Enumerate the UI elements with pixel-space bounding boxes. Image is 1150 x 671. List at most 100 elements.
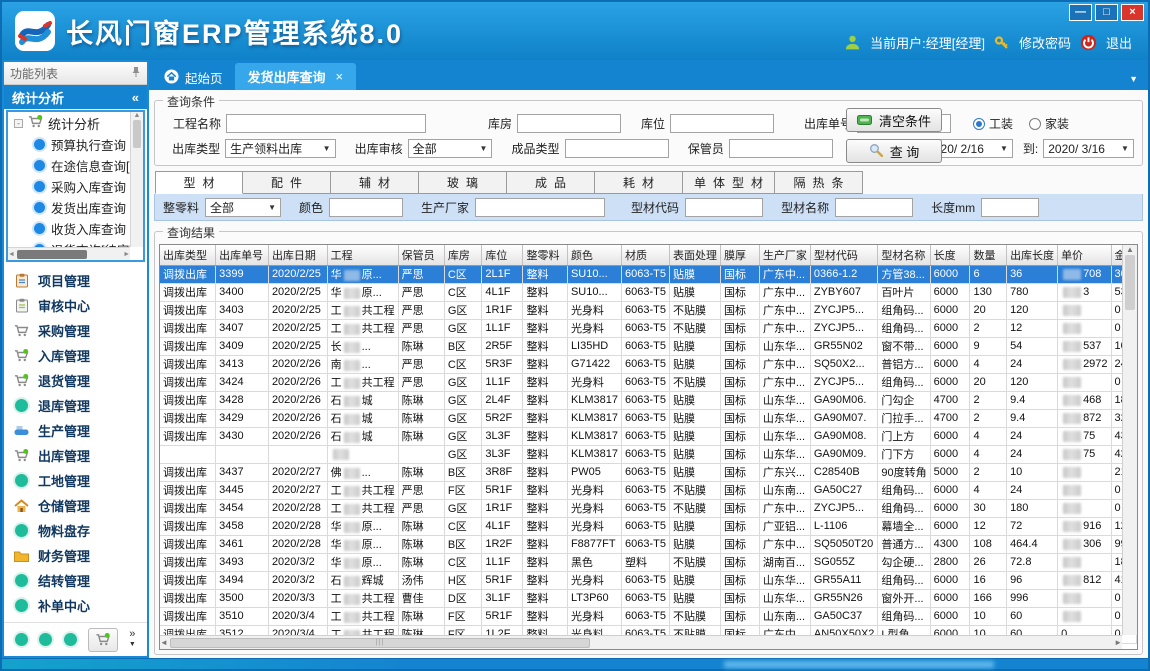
table-row[interactable]: 调拨出库34072020/2/25工共工程严思G区1L1F整料光身料6063-T… bbox=[160, 319, 1137, 337]
project-name-input[interactable] bbox=[226, 114, 426, 133]
tree-item[interactable]: 发货出库查询 bbox=[8, 197, 130, 218]
column-header-长度[interactable]: 长度 bbox=[930, 245, 970, 265]
tab-close-icon[interactable]: × bbox=[336, 69, 344, 84]
radio-gongzhuang[interactable]: 工装 bbox=[973, 115, 1013, 132]
audit-select[interactable]: 全部▼ bbox=[408, 139, 493, 158]
column-header-型材代码[interactable]: 型材代码 bbox=[810, 245, 878, 265]
column-header-出库类型[interactable]: 出库类型 bbox=[160, 245, 216, 265]
grid-horizontal-scrollbar[interactable]: ◄|||► bbox=[160, 635, 1122, 649]
outbound-type-select[interactable]: 生产领料出库▼ bbox=[225, 139, 335, 158]
table-row[interactable]: 调拨出库34002020/2/25华原...严思C区4L1F整料SU10...6… bbox=[160, 283, 1137, 301]
table-row[interactable]: 调拨出库35102020/3/4工共工程陈琳F区5R1F整料光身料6063-T5… bbox=[160, 607, 1137, 625]
tree-horizontal-scrollbar[interactable]: ◄► bbox=[8, 247, 130, 260]
date-to-picker[interactable]: 2020/ 3/16▼ bbox=[1043, 139, 1134, 158]
sidebar-item-物料盘存[interactable]: 物料盘存 bbox=[14, 518, 147, 543]
column-header-生产厂家[interactable]: 生产厂家 bbox=[759, 245, 810, 265]
tree-root[interactable]: - 统计分析 bbox=[8, 112, 130, 134]
tree-item[interactable]: 预算执行查询 bbox=[8, 134, 130, 155]
maximize-button[interactable]: □ bbox=[1095, 4, 1118, 21]
material-tab-辅材[interactable]: 辅材 bbox=[331, 171, 419, 194]
module-dot-button[interactable] bbox=[39, 633, 52, 646]
name-input[interactable] bbox=[835, 198, 913, 217]
minimize-button[interactable]: — bbox=[1069, 4, 1092, 21]
radio-jiazhuang[interactable]: 家装 bbox=[1029, 115, 1069, 132]
column-header-库房[interactable]: 库房 bbox=[444, 245, 482, 265]
column-header-材质[interactable]: 材质 bbox=[622, 245, 670, 265]
table-row[interactable]: 调拨出库34612020/2/28华原...陈琳B区1R2F整料F8877FT6… bbox=[160, 535, 1137, 553]
table-row[interactable]: 调拨出库34292020/2/26石城陈琳G区5R2F整料KLM38176063… bbox=[160, 409, 1137, 427]
module-dot-button[interactable] bbox=[64, 633, 77, 646]
table-row[interactable]: 调拨出库34282020/2/26石城陈琳G区2L4F整料KLM38176063… bbox=[160, 391, 1137, 409]
logout-button[interactable]: 退出 bbox=[1106, 33, 1132, 52]
tree-item[interactable]: 退货查询[待定] bbox=[8, 239, 130, 247]
material-tab-隔热条[interactable]: 隔热条 bbox=[775, 171, 863, 194]
sidebar-item-补单中心[interactable]: 补单中心 bbox=[14, 593, 147, 618]
whole-select[interactable]: 全部▼ bbox=[205, 198, 281, 217]
column-header-数量[interactable]: 数量 bbox=[970, 245, 1007, 265]
table-row[interactable]: 调拨出库33992020/2/25华原...严思C区2L1F整料SU10...6… bbox=[160, 265, 1137, 283]
table-row[interactable]: 调拨出库34452020/2/27工共工程严思F区5R1F整料光身料6063-T… bbox=[160, 481, 1137, 499]
close-button[interactable]: × bbox=[1121, 4, 1144, 21]
column-header-型材名称[interactable]: 型材名称 bbox=[878, 245, 930, 265]
tab-shipment-outbound-query[interactable]: 发货出库查询 × bbox=[235, 63, 357, 90]
sidebar-item-入库管理[interactable]: 入库管理 bbox=[14, 343, 147, 368]
table-row[interactable]: G区3L3F整料KLM38176063-T5贴膜国标山东华...GA90M09.… bbox=[160, 445, 1137, 463]
material-tab-成品[interactable]: 成品 bbox=[507, 171, 595, 194]
code-input[interactable] bbox=[685, 198, 763, 217]
table-row[interactable]: 调拨出库35002020/3/3工共工程曹佳D区3L1F整料LT3P606063… bbox=[160, 589, 1137, 607]
sidebar-item-工地管理[interactable]: 工地管理 bbox=[14, 468, 147, 493]
column-header-出库单号[interactable]: 出库单号 bbox=[216, 245, 269, 265]
sidebar-item-采购管理[interactable]: 采购管理 bbox=[14, 318, 147, 343]
table-row[interactable]: 调拨出库34942020/3/2石辉城汤伟H区5R1F整料光身料6063-T5贴… bbox=[160, 571, 1137, 589]
keeper-input[interactable] bbox=[729, 139, 833, 158]
column-header-整零料[interactable]: 整零料 bbox=[523, 245, 567, 265]
sidebar-item-出库管理[interactable]: 出库管理 bbox=[14, 443, 147, 468]
column-header-库位[interactable]: 库位 bbox=[482, 245, 523, 265]
sidebar-item-财务管理[interactable]: 财务管理 bbox=[14, 543, 147, 568]
sidebar-item-退库管理[interactable]: 退库管理 bbox=[14, 393, 147, 418]
clear-conditions-button[interactable]: 清空条件 bbox=[846, 108, 942, 132]
table-row[interactable]: 调拨出库34542020/2/28工共工程严思G区1R1F整料光身料6063-T… bbox=[160, 499, 1137, 517]
table-row[interactable]: 调拨出库34302020/2/26石城陈琳G区3L3F整料KLM38176063… bbox=[160, 427, 1137, 445]
maker-input[interactable] bbox=[475, 198, 605, 217]
sidebar-item-退货管理[interactable]: 退货管理 bbox=[14, 368, 147, 393]
tree-item[interactable]: 收货入库查询 bbox=[8, 218, 130, 239]
table-row[interactable]: 调拨出库34242020/2/26工共工程严思G区1L1F整料光身料6063-T… bbox=[160, 373, 1137, 391]
tree-item[interactable]: 采购入库查询 bbox=[8, 176, 130, 197]
material-tab-玻璃[interactable]: 玻璃 bbox=[419, 171, 507, 194]
sidebar-item-仓储管理[interactable]: 仓储管理 bbox=[14, 493, 147, 518]
column-header-表面处理[interactable]: 表面处理 bbox=[670, 245, 721, 265]
table-row[interactable]: 调拨出库34932020/3/2华原...陈琳C区1L1F整料黑色塑料不贴膜国标… bbox=[160, 553, 1137, 571]
column-header-工程[interactable]: 工程 bbox=[327, 245, 398, 265]
cart-module-button[interactable] bbox=[88, 628, 118, 652]
length-input[interactable] bbox=[981, 198, 1039, 217]
location-input[interactable] bbox=[670, 114, 774, 133]
material-tab-单体型材[interactable]: 单体型材 bbox=[683, 171, 775, 194]
sidebar-item-审核中心[interactable]: 审核中心 bbox=[14, 293, 147, 318]
grid-vertical-scrollbar[interactable]: ▲ bbox=[1122, 245, 1137, 635]
table-row[interactable]: 调拨出库34372020/2/27佛...陈琳B区3R8F整料PW056063-… bbox=[160, 463, 1137, 481]
column-header-膜厚[interactable]: 膜厚 bbox=[721, 245, 760, 265]
table-row[interactable]: 调拨出库34092020/2/25长...陈琳B区2R5F整料LI35HD606… bbox=[160, 337, 1137, 355]
table-row[interactable]: 调拨出库34582020/2/28华原...陈琳C区4L1F整料光身料6063-… bbox=[160, 517, 1137, 535]
pin-icon[interactable] bbox=[131, 66, 141, 81]
table-row[interactable]: 调拨出库34132020/2/26南...严思C区5R3F整料G71422606… bbox=[160, 355, 1137, 373]
search-button[interactable]: 查 询 bbox=[846, 139, 942, 163]
material-tab-配件[interactable]: 配件 bbox=[243, 171, 331, 194]
column-header-出库日期[interactable]: 出库日期 bbox=[268, 245, 327, 265]
change-password-link[interactable]: 修改密码 bbox=[1019, 33, 1071, 52]
warehouse-input[interactable] bbox=[517, 114, 621, 133]
module-dot-button[interactable] bbox=[15, 633, 28, 646]
more-modules-button[interactable]: »▼ bbox=[129, 630, 136, 649]
sidebar-item-项目管理[interactable]: 项目管理 bbox=[14, 268, 147, 293]
column-header-单价[interactable]: 单价 bbox=[1058, 245, 1111, 265]
color-input[interactable] bbox=[329, 198, 403, 217]
sidebar-item-生产管理[interactable]: 生产管理 bbox=[14, 418, 147, 443]
material-tab-型材[interactable]: 型材 bbox=[155, 171, 243, 194]
material-tab-耗材[interactable]: 耗材 bbox=[595, 171, 683, 194]
sidebar-item-结转管理[interactable]: 结转管理 bbox=[14, 568, 147, 593]
column-header-颜色[interactable]: 颜色 bbox=[567, 245, 621, 265]
product-type-input[interactable] bbox=[565, 139, 669, 158]
column-header-出库长度[interactable]: 出库长度 bbox=[1007, 245, 1058, 265]
tab-list-caret-icon[interactable]: ▼ bbox=[1129, 74, 1138, 90]
